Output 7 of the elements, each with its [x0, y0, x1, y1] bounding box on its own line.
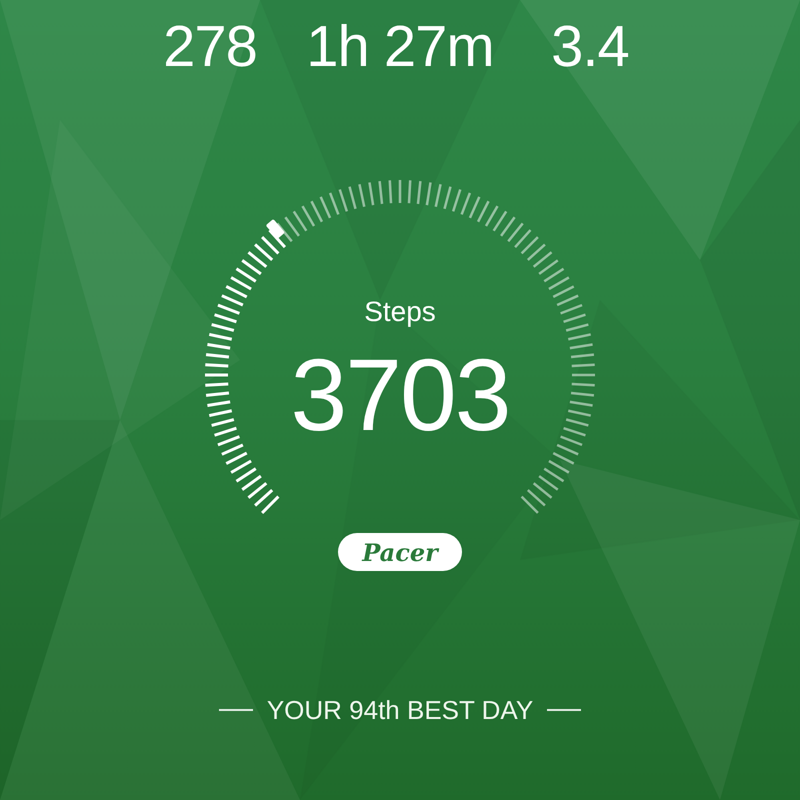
steps-count: 3703 [290, 345, 510, 445]
steps-label: Steps [364, 295, 436, 329]
stat-value: 278 [163, 13, 257, 81]
brand-logo: Pacer [338, 533, 462, 571]
stat-value: 3.4 [551, 13, 629, 81]
stat-value: 1h 27m [306, 13, 494, 81]
best-day-text: YOUR 94th BEST DAY [266, 695, 534, 725]
